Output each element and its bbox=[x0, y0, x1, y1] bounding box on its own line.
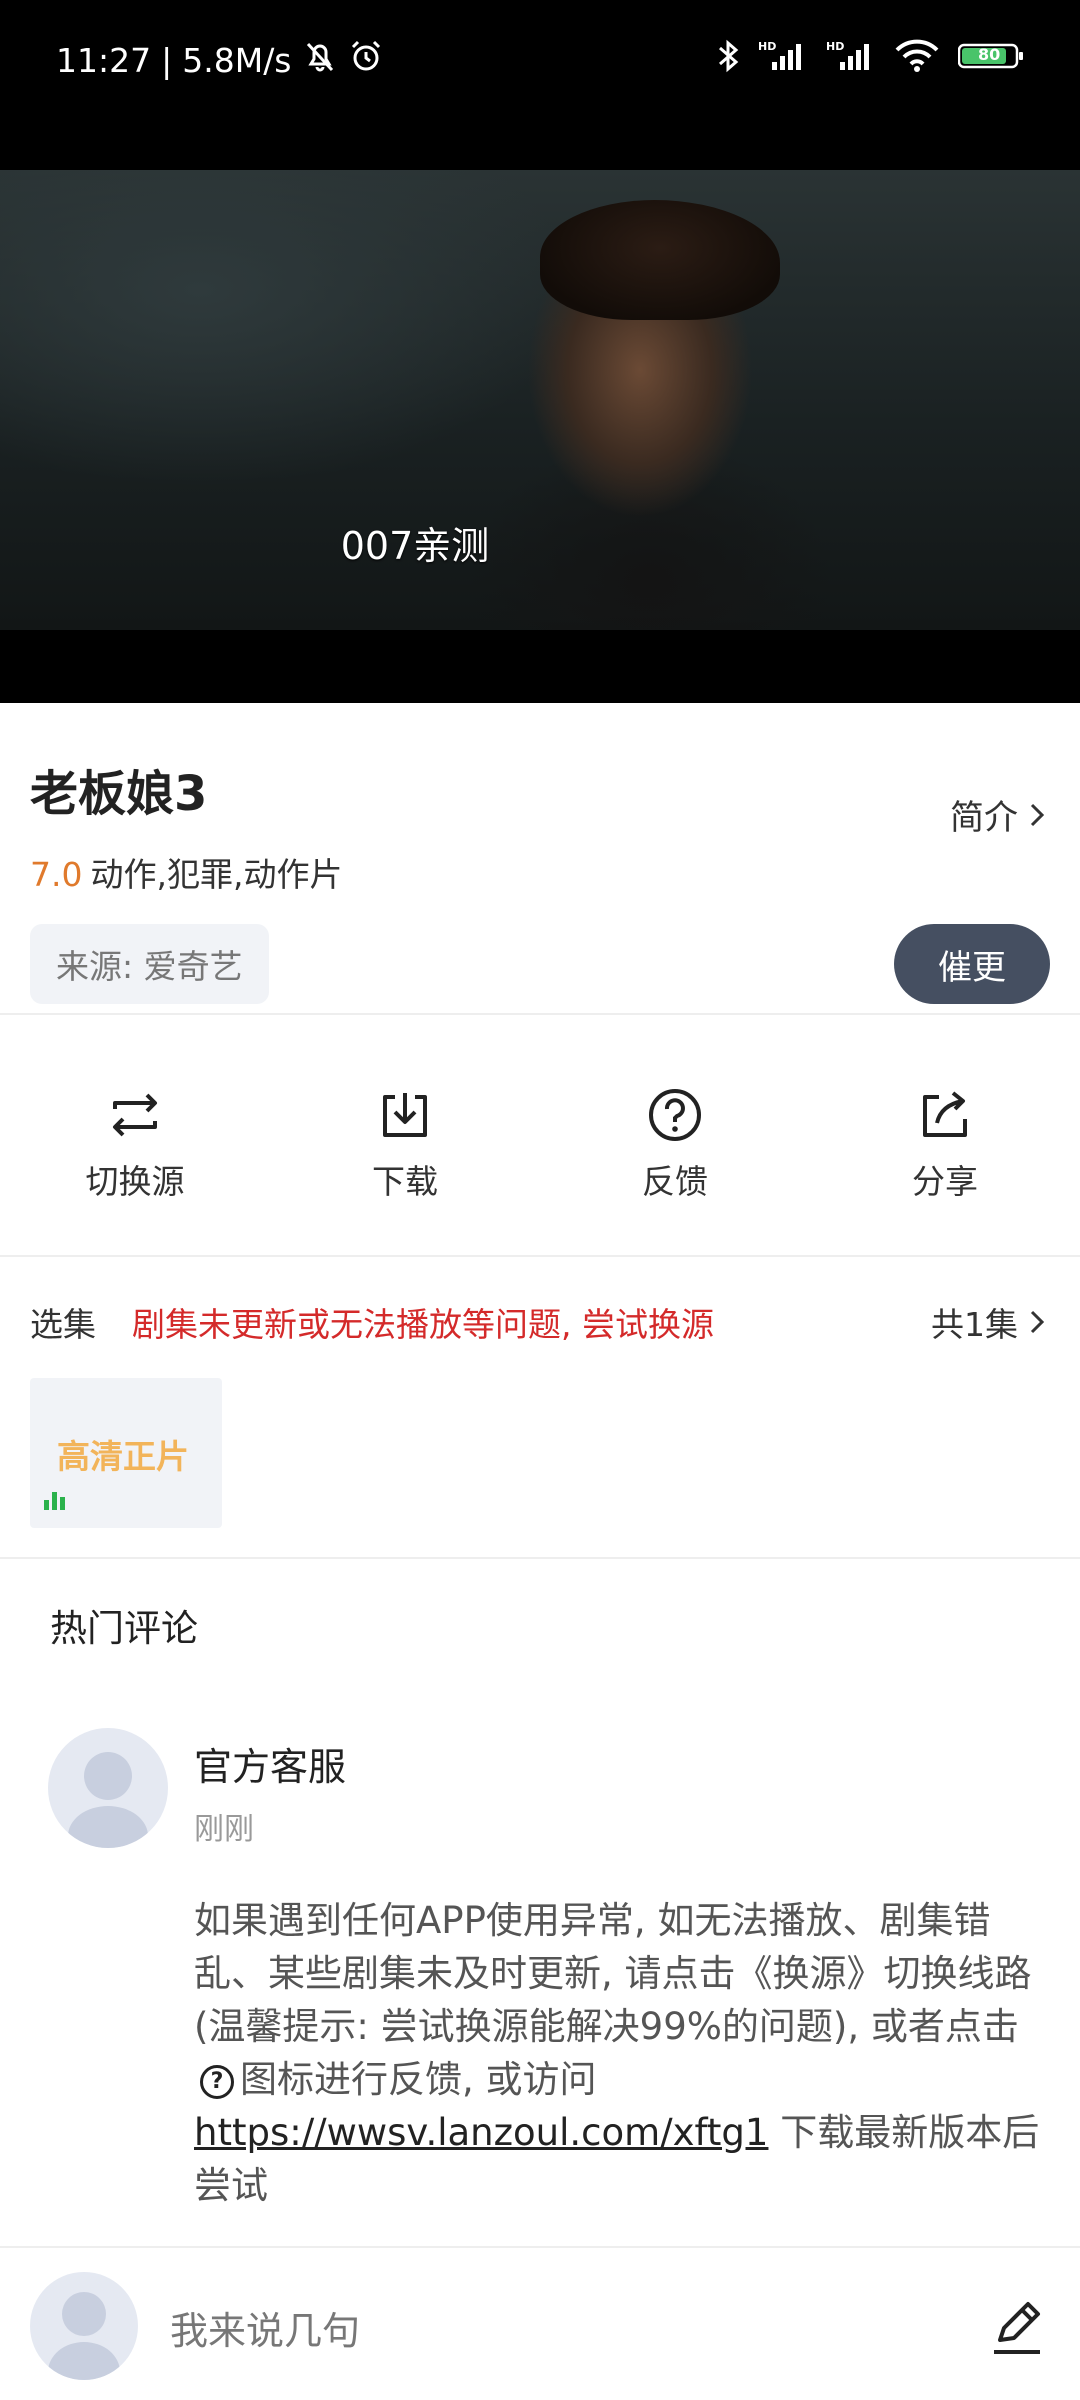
clock: 11:27 bbox=[56, 40, 152, 80]
episode-label: 高清正片 bbox=[57, 1437, 189, 1476]
switch-source-icon bbox=[113, 1093, 157, 1137]
comments-title: 热门评论 bbox=[50, 1607, 198, 1650]
share-icon bbox=[923, 1091, 967, 1137]
comment-input[interactable]: 我来说几句 bbox=[170, 2300, 360, 2355]
intro-label: 简介 bbox=[950, 798, 1018, 838]
episodes-hint: 剧集未更新或无法播放等问题, 尝试换源 bbox=[132, 1305, 714, 1344]
video-meta: 7.0 动作,犯罪,动作片 bbox=[30, 848, 342, 896]
comment-text-part: 如果遇到任何APP使用异常, 如无法播放、剧集错乱、某些剧集未及时更新, 请点击… bbox=[194, 1899, 1032, 2048]
hd-signal-icon: HD bbox=[758, 38, 808, 74]
divider bbox=[0, 1557, 1080, 1559]
avatar[interactable] bbox=[30, 2272, 138, 2380]
battery-level: 80 bbox=[978, 45, 1001, 64]
video-subtitle: 007亲测 bbox=[340, 524, 490, 568]
commenter-name[interactable]: 官方客服 bbox=[194, 1736, 346, 1791]
divider bbox=[0, 1013, 1080, 1015]
comment-text: 如果遇到任何APP使用异常, 如无法播放、剧集错乱、某些剧集未及时更新, 请点击… bbox=[194, 1894, 1040, 2212]
comment-text-part: 图标进行反馈, 或访问 bbox=[240, 2058, 597, 2101]
svg-text:HD: HD bbox=[826, 40, 844, 53]
status-bar: 11:27 | 5.8M/s HD HD 80 bbox=[0, 0, 1080, 170]
video-figure bbox=[540, 200, 780, 320]
chevron-right-icon bbox=[1030, 803, 1045, 826]
share-label: 分享 bbox=[912, 1162, 978, 1201]
video-frame[interactable]: 007亲测 bbox=[0, 170, 1080, 630]
download-icon bbox=[383, 1093, 427, 1137]
comment-time: 刚刚 bbox=[194, 1812, 254, 1847]
download-label: 下载 bbox=[372, 1162, 438, 1201]
episodes-label: 选集 bbox=[30, 1305, 96, 1344]
intro-button[interactable]: 简介 bbox=[950, 790, 1048, 839]
download-button[interactable]: 下载 bbox=[305, 1087, 505, 1203]
status-separator: | bbox=[161, 40, 173, 80]
video-title: 老板娘3 bbox=[30, 766, 208, 822]
video-player[interactable]: 007亲测 bbox=[0, 170, 1080, 703]
battery-icon: 80 bbox=[958, 42, 1024, 70]
edit-icon[interactable] bbox=[982, 2292, 1052, 2362]
episodes-count-button[interactable]: 共1集 bbox=[931, 1298, 1048, 1346]
switch-source-label: 切换源 bbox=[85, 1162, 185, 1201]
avatar[interactable] bbox=[48, 1728, 168, 1848]
source-chip[interactable]: 来源: 爱奇艺 bbox=[30, 924, 269, 1004]
question-icon bbox=[649, 1089, 701, 1141]
feedback-button[interactable]: 反馈 bbox=[575, 1087, 775, 1203]
chevron-right-icon bbox=[1030, 1310, 1045, 1334]
action-bar: 切换源 下载 反馈 分享 bbox=[0, 1035, 1080, 1255]
divider bbox=[0, 1255, 1080, 1257]
comment-input-bar: 我来说几句 bbox=[0, 2248, 1080, 2400]
now-playing-icon bbox=[44, 1492, 65, 1510]
mute-bell-icon bbox=[302, 38, 338, 82]
status-right: HD HD 80 bbox=[716, 38, 1024, 74]
switch-source-button[interactable]: 切换源 bbox=[35, 1087, 235, 1203]
network-speed: 5.8M/s bbox=[182, 40, 292, 80]
feedback-label: 反馈 bbox=[642, 1162, 708, 1201]
svg-text:HD: HD bbox=[758, 40, 776, 53]
share-button[interactable]: 分享 bbox=[845, 1087, 1045, 1203]
genre-tags: 动作,犯罪,动作片 bbox=[90, 855, 343, 894]
urge-update-button[interactable]: 催更 bbox=[894, 924, 1050, 1004]
wifi-icon bbox=[894, 38, 940, 74]
episodes-count: 共1集 bbox=[931, 1305, 1018, 1344]
alarm-icon bbox=[348, 38, 384, 82]
comment-link[interactable]: https://wwsv.lanzoul.com/xftg1 bbox=[194, 2111, 768, 2154]
hd-signal-icon: HD bbox=[826, 38, 876, 74]
rating-score: 7.0 bbox=[30, 855, 83, 894]
status-left: 11:27 | 5.8M/s bbox=[56, 38, 384, 82]
bluetooth-icon bbox=[716, 38, 740, 74]
episode-item[interactable]: 高清正片 bbox=[30, 1378, 222, 1528]
question-icon: ? bbox=[200, 2064, 234, 2099]
